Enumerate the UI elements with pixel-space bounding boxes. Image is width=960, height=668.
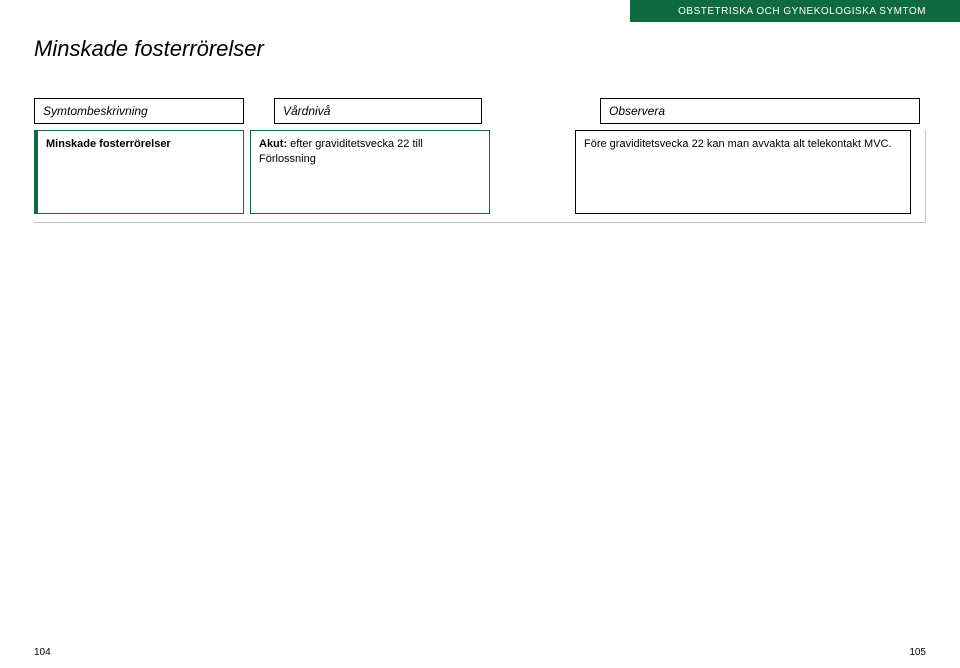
- col-header-symptom: Symtombeskrivning: [34, 98, 244, 124]
- page: OBSTETRISKA OCH GYNEKOLOGISKA SYMTOM Min…: [0, 0, 960, 668]
- col-header-observe: Observera: [600, 98, 920, 124]
- cell-care: Akut: efter graviditetsvecka 22 till För…: [250, 130, 490, 214]
- content-row: Minskade fosterrörelser Akut: efter grav…: [34, 130, 925, 214]
- column-headers: Symtombeskrivning Vårdnivå Observera: [34, 98, 920, 124]
- cell-symptom: Minskade fosterrörelser: [34, 130, 244, 214]
- page-title: Minskade fosterrörelser: [34, 36, 264, 62]
- symptom-text: Minskade fosterrörelser: [46, 138, 171, 150]
- content-row-wrap: Minskade fosterrörelser Akut: efter grav…: [34, 130, 926, 223]
- category-label: OBSTETRISKA OCH GYNEKOLOGISKA SYMTOM: [678, 6, 926, 17]
- care-bold: Akut:: [259, 138, 287, 150]
- category-bar: OBSTETRISKA OCH GYNEKOLOGISKA SYMTOM: [630, 0, 960, 22]
- header-gap-2: [482, 98, 600, 124]
- cell-observe: Före graviditetsvecka 22 kan man avvakta…: [575, 130, 911, 214]
- page-number-left: 104: [34, 647, 51, 658]
- observe-text: Före graviditetsvecka 22 kan man avvakta…: [584, 138, 892, 150]
- page-number-right: 105: [909, 647, 926, 658]
- header-gap: [244, 98, 274, 124]
- col-header-care: Vårdnivå: [274, 98, 482, 124]
- cell-gap-2: [490, 130, 575, 214]
